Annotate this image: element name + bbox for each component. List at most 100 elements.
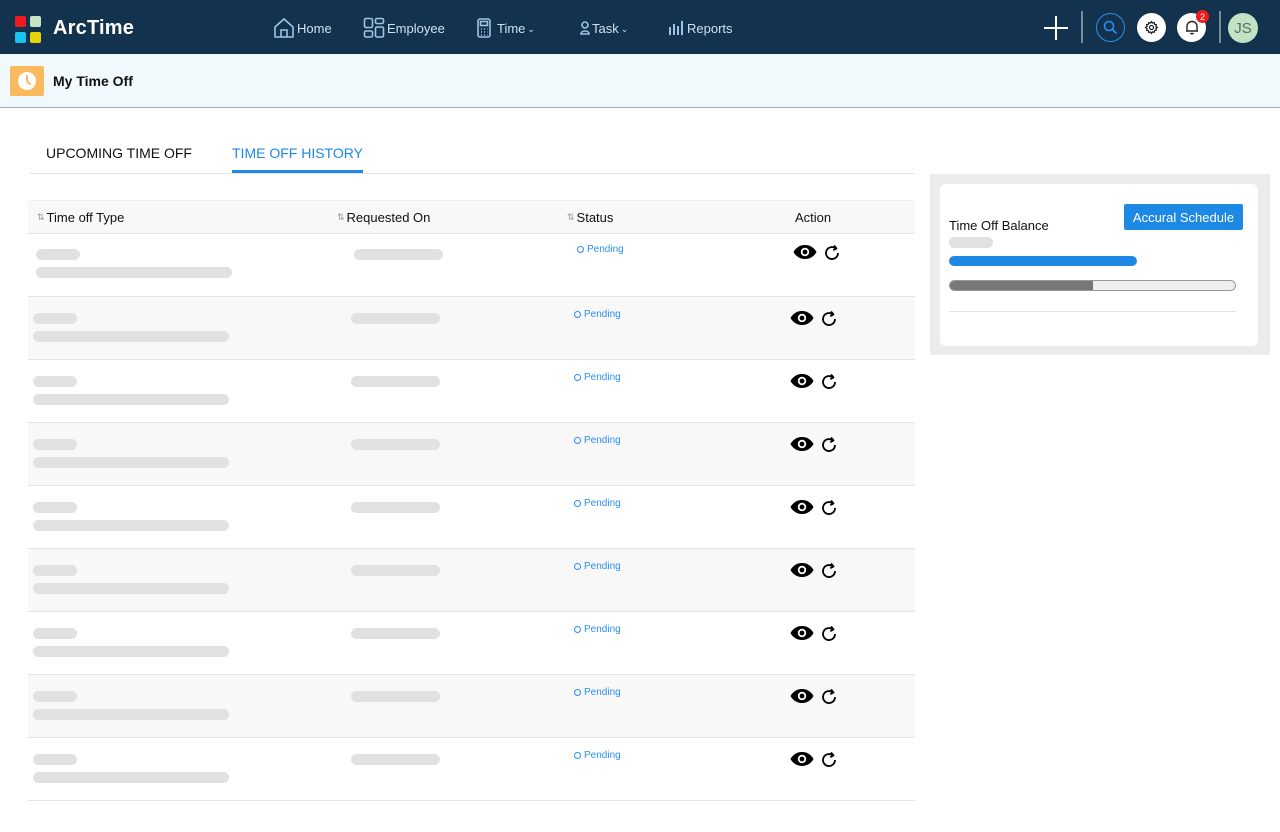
loading-skeleton (33, 583, 229, 594)
view-button[interactable] (790, 625, 814, 646)
loading-skeleton (351, 376, 440, 387)
resubmit-button[interactable] (820, 499, 838, 522)
table-row: Pending (28, 486, 915, 549)
loading-skeleton (351, 313, 440, 324)
loading-skeleton (36, 267, 232, 278)
refresh-icon (822, 562, 836, 578)
loading-skeleton (33, 376, 77, 387)
status-circle-icon (574, 689, 581, 696)
grid-icon (363, 17, 385, 38)
view-button[interactable] (790, 751, 814, 772)
status-badge: Pending (577, 244, 624, 255)
nav-item-reports[interactable]: Reports (669, 14, 733, 42)
table-row: Pending (28, 549, 915, 612)
top-navbar: ArcTime Home Employee Time ⌄ Task ⌄ Repo… (0, 0, 1280, 54)
view-button[interactable] (790, 562, 814, 583)
column-header-type[interactable]: ⇅ Time off Type (37, 210, 124, 225)
add-button[interactable] (1044, 16, 1068, 40)
nav-item-home[interactable]: Home (273, 14, 332, 42)
table-row: Pending (28, 360, 915, 423)
app-logo-icon[interactable] (15, 16, 41, 43)
status-circle-icon (574, 500, 581, 507)
loading-skeleton (949, 237, 993, 248)
balance-bar (949, 256, 1137, 266)
user-avatar[interactable]: JS (1228, 13, 1258, 43)
view-button[interactable] (790, 688, 814, 709)
refresh-icon (822, 436, 836, 452)
eye-icon (790, 311, 814, 325)
status-circle-icon (577, 246, 584, 253)
loading-skeleton (33, 313, 77, 324)
loading-skeleton (36, 249, 80, 260)
bar-chart-icon (669, 21, 683, 35)
chevron-down-icon: ⌄ (620, 23, 629, 34)
status-text: Pending (584, 687, 621, 698)
search-icon (1103, 20, 1118, 35)
app-name[interactable]: ArcTime (53, 17, 134, 40)
nav-item-task[interactable]: Task ⌄ (580, 14, 628, 42)
status-text: Pending (584, 624, 621, 635)
accrual-schedule-button[interactable]: Accural Schedule (1124, 204, 1243, 230)
view-button[interactable] (790, 373, 814, 394)
nav-item-employee[interactable]: Employee (363, 14, 445, 42)
status-circle-icon (574, 437, 581, 444)
nav-label: Time (497, 20, 526, 36)
eye-icon (790, 374, 814, 388)
loading-skeleton (33, 772, 229, 783)
nav-label: Task (592, 20, 619, 36)
loading-skeleton (351, 754, 440, 765)
eye-icon (790, 689, 814, 703)
column-header-status[interactable]: ⇅ Status (567, 210, 613, 225)
status-text: Pending (584, 309, 621, 320)
loading-skeleton (33, 691, 77, 702)
resubmit-button[interactable] (820, 310, 838, 333)
tab-time-off-history[interactable]: TIME OFF HISTORY (232, 145, 363, 173)
bell-icon (1185, 20, 1198, 35)
eye-icon (790, 563, 814, 577)
refresh-icon (822, 373, 836, 389)
column-label: Action (795, 210, 832, 225)
sort-icon[interactable]: ⇅ (337, 212, 344, 223)
sort-icon[interactable]: ⇅ (567, 212, 574, 223)
loading-skeleton (33, 331, 229, 342)
sort-icon[interactable]: ⇅ (37, 212, 44, 223)
status-text: Pending (584, 435, 621, 446)
settings-button[interactable] (1137, 13, 1166, 42)
loading-skeleton (33, 646, 229, 657)
resubmit-button[interactable] (820, 436, 838, 459)
person-icon (580, 21, 590, 35)
progress-fill (950, 281, 1093, 290)
balance-title: Time Off Balance (949, 218, 1049, 233)
loading-skeleton (33, 754, 77, 765)
resubmit-button[interactable] (820, 562, 838, 585)
chevron-down-icon: ⌄ (527, 23, 535, 34)
table-header: ⇅ Time off Type ⇅ Requested On ⇅ Status … (28, 200, 915, 234)
resubmit-button[interactable] (820, 751, 838, 774)
table-row: Pending (28, 423, 915, 486)
resubmit-button[interactable] (820, 688, 838, 711)
status-badge: Pending (574, 750, 621, 761)
view-button[interactable] (790, 436, 814, 457)
status-badge: Pending (574, 687, 621, 698)
resubmit-button[interactable] (820, 373, 838, 396)
clock-icon (10, 66, 44, 96)
loading-skeleton (33, 520, 229, 531)
nav-item-time[interactable]: Time ⌄ (477, 14, 535, 42)
view-button[interactable] (793, 244, 817, 265)
page-title: My Time Off (53, 73, 133, 89)
view-button[interactable] (790, 310, 814, 331)
refresh-icon (822, 310, 836, 326)
eye-icon (793, 245, 817, 259)
resubmit-button[interactable] (823, 244, 841, 267)
view-button[interactable] (790, 499, 814, 520)
status-text: Pending (584, 372, 621, 383)
tab-upcoming-time-off[interactable]: UPCOMING TIME OFF (46, 145, 192, 173)
balance-card: Time Off Balance Accural Schedule (940, 184, 1258, 346)
column-header-requested-on[interactable]: ⇅ Requested On (337, 210, 430, 225)
eye-icon (790, 500, 814, 514)
loading-skeleton (33, 502, 77, 513)
resubmit-button[interactable] (820, 625, 838, 648)
loading-skeleton (33, 457, 229, 468)
loading-skeleton (33, 439, 77, 450)
search-button[interactable] (1096, 13, 1125, 42)
